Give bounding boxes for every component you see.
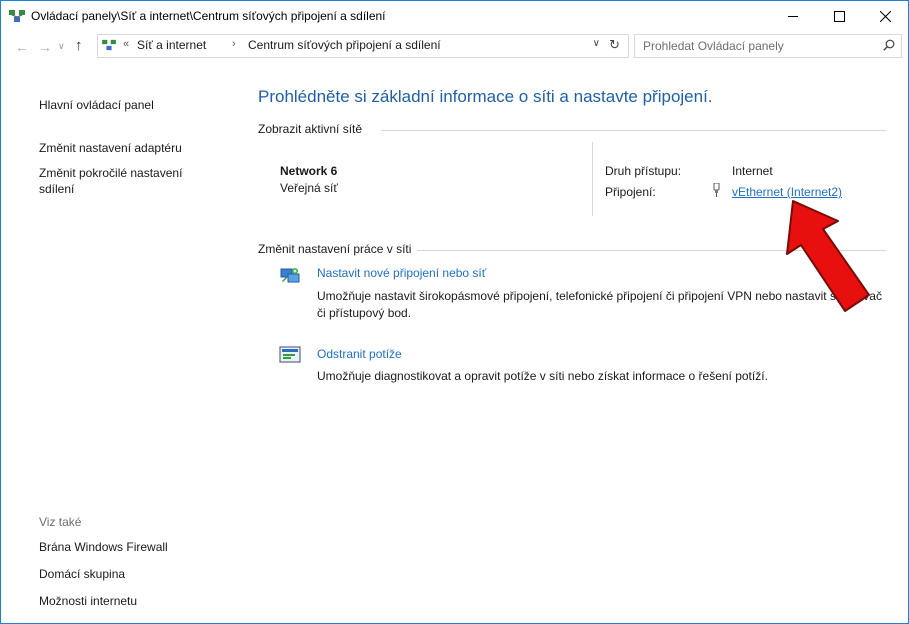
maximize-button[interactable] (816, 1, 862, 31)
ethernet-plug-icon (713, 183, 720, 197)
address-bar[interactable]: « Síť a internet › Centrum síťových přip… (97, 34, 629, 58)
new-connection-icon[interactable] (279, 267, 301, 285)
window: Ovládací panely\Síť a internet\Centrum s… (0, 0, 909, 624)
task-troubleshoot-link[interactable]: Odstranit potíže (317, 347, 402, 361)
nav-main-control-panel[interactable]: Hlavní ovládací panel (39, 97, 154, 113)
minimize-icon (788, 15, 798, 17)
title-bar[interactable]: Ovládací panely\Síť a internet\Centrum s… (1, 1, 908, 31)
network-type: Veřejná síť (280, 181, 338, 195)
network-name: Network 6 (280, 164, 338, 178)
search-input[interactable]: Prohledat Ovládací panely (634, 34, 902, 58)
access-type-value: Internet (732, 164, 773, 178)
up-arrow-icon[interactable]: ↑ (75, 37, 83, 54)
breadcrumb-separator-icon[interactable]: › (232, 38, 236, 50)
connection-label: Připojení: (605, 185, 656, 199)
access-type-label: Druh přístupu: (605, 164, 682, 178)
left-nav: Hlavní ovládací panel Změnit nastavení a… (1, 63, 231, 623)
breadcrumb-network-internet[interactable]: Síť a internet (137, 38, 206, 52)
close-icon (879, 10, 891, 22)
nav-change-adapter-settings[interactable]: Změnit nastavení adaptéru (39, 140, 182, 156)
recent-locations-chevron-icon[interactable]: ∨ (58, 41, 65, 52)
address-row: ← → ∨ ↑ « Síť a internet › Centrum síťov… (1, 31, 908, 63)
see-also-firewall[interactable]: Brána Windows Firewall (39, 539, 168, 555)
back-arrow-icon[interactable]: ← (15, 39, 29, 55)
connection-link[interactable]: vEthernet (Internet2) (732, 185, 842, 199)
nav-advanced-sharing-settings[interactable]: Změnit pokročilé nastavení sdílení (39, 165, 219, 197)
see-also-homegroup[interactable]: Domácí skupina (39, 566, 125, 582)
search-icon[interactable] (883, 39, 895, 51)
see-also-heading: Viz také (39, 515, 82, 529)
troubleshoot-icon[interactable] (279, 346, 301, 364)
refresh-icon[interactable]: ↻ (609, 37, 620, 53)
maximize-icon (833, 10, 845, 22)
task-new-connection-link[interactable]: Nastavit nové připojení nebo síť (317, 266, 486, 280)
active-networks-label: Zobrazit aktivní sítě (258, 122, 369, 136)
search-placeholder: Prohledat Ovládací panely (643, 39, 784, 53)
annotation-arrow-icon (786, 200, 870, 312)
address-dropdown-icon[interactable]: ∨ (593, 38, 600, 49)
breadcrumb-network-center[interactable]: Centrum síťových připojení a sdílení (248, 38, 441, 52)
change-settings-label: Změnit nastavení práce v síti (258, 242, 418, 256)
see-also-internet-options[interactable]: Možnosti internetu (39, 593, 137, 609)
close-button[interactable] (862, 1, 908, 31)
task-troubleshoot-desc: Umožňuje diagnostikovat a opravit potíže… (317, 369, 768, 383)
window-title: Ovládací panely\Síť a internet\Centrum s… (31, 9, 386, 23)
overflow-chevron-icon[interactable]: « (123, 38, 129, 50)
page-heading: Prohlédněte si základní informace o síti… (258, 87, 713, 106)
address-network-icon (102, 39, 116, 51)
active-networks-divider (381, 130, 886, 131)
network-vertical-divider (592, 142, 593, 216)
network-center-icon (9, 10, 25, 22)
minimize-button[interactable] (770, 1, 816, 31)
forward-arrow-icon[interactable]: → (38, 39, 52, 55)
